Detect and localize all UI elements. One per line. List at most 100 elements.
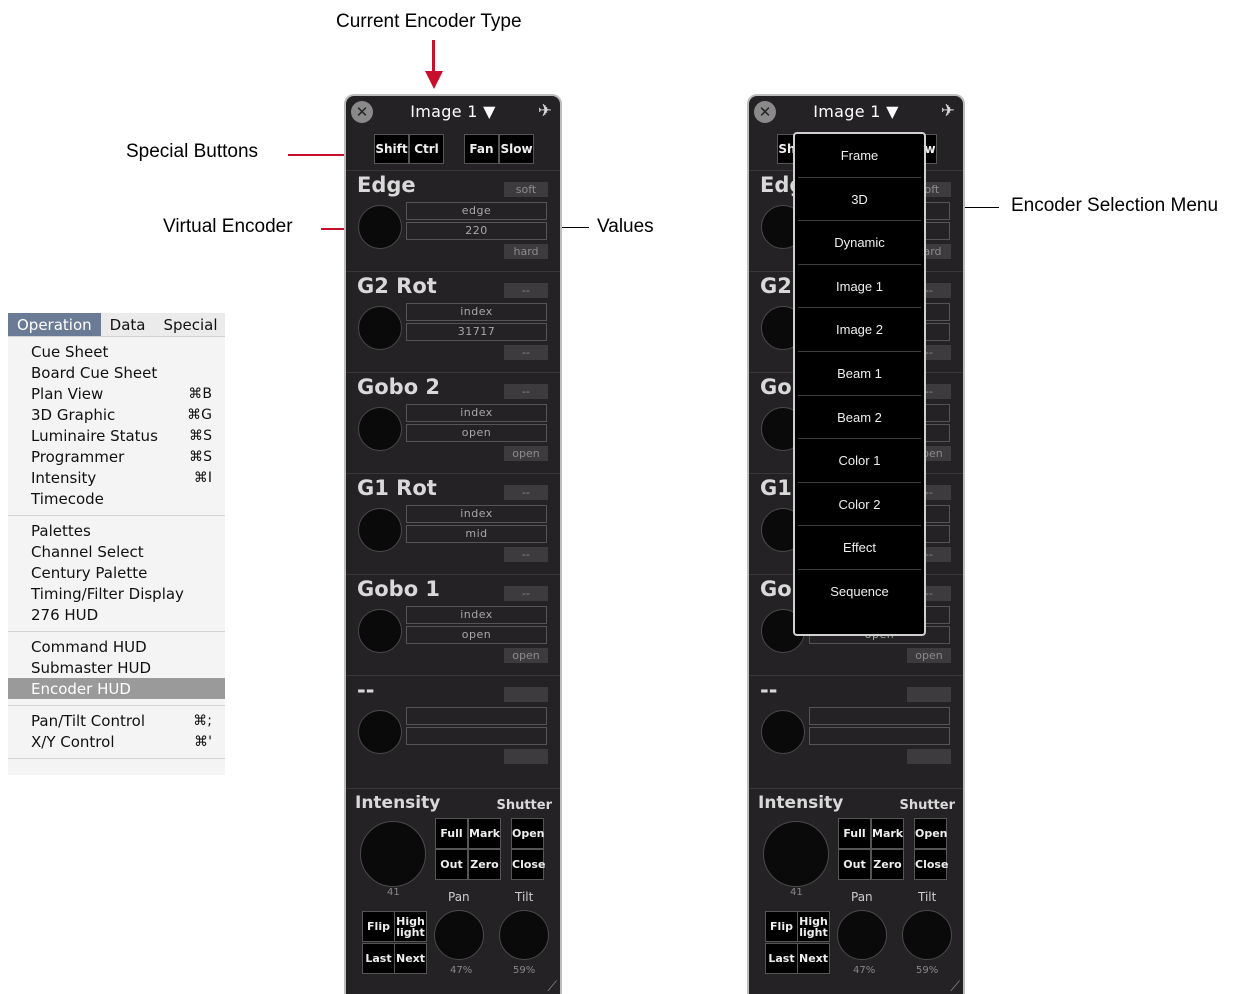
menu-item-command-hud[interactable]: Command HUD (8, 636, 225, 657)
encoder-top-tag[interactable]: -- (504, 485, 548, 500)
shutter-title: Shutter (496, 798, 552, 813)
last-button[interactable]: Last (765, 943, 798, 974)
menu-operation[interactable]: Operation (8, 313, 101, 336)
open-button[interactable]: Open (914, 818, 948, 849)
encoder-menu-item-color-2[interactable]: Color 2 (798, 483, 921, 527)
menu-item-submaster-hud[interactable]: Submaster HUD (8, 657, 225, 678)
pan-value: 47% (853, 965, 876, 976)
flip-button[interactable]: Flip (362, 911, 395, 942)
encoder-type-selector[interactable]: Image 1 ▼ (749, 102, 963, 121)
menu-item-shortcut: ⌘' (194, 734, 212, 750)
tilt-knob[interactable] (499, 910, 549, 960)
open-button[interactable]: Open (511, 818, 545, 849)
virtual-encoder-knob[interactable] (358, 306, 402, 350)
menu-item-century-palette[interactable]: Century Palette (8, 562, 225, 583)
ctrl-button[interactable]: Ctrl (409, 134, 444, 164)
menu-special[interactable]: Special (154, 313, 226, 336)
encoder-menu-item-3d[interactable]: 3D (798, 178, 921, 222)
menu-item-timing-filter-display[interactable]: Timing/Filter Display (8, 583, 225, 604)
pan-knob[interactable] (434, 910, 484, 960)
virtual-encoder-knob[interactable] (358, 205, 402, 249)
menu-item-x-y-control[interactable]: X/Y Control ⌘' (8, 731, 225, 752)
encoder-menu-item-beam-2[interactable]: Beam 2 (798, 396, 921, 440)
encoder-bottom-tag[interactable] (504, 749, 548, 764)
virtual-encoder-knob[interactable] (358, 710, 402, 754)
mark-button[interactable]: Mark (468, 818, 501, 849)
menu-data[interactable]: Data (101, 313, 155, 336)
menu-item-luminaire-status[interactable]: Luminaire Status ⌘S (8, 425, 225, 446)
encoder-menu-item-frame[interactable]: Frame (798, 134, 921, 178)
encoder-type-selector[interactable]: Image 1 ▼ (346, 102, 560, 121)
highlight-button[interactable]: High light (797, 911, 830, 942)
pin-icon[interactable]: ✈ (538, 101, 552, 121)
menu-item-channel-select[interactable]: Channel Select (8, 541, 225, 562)
intensity-knob[interactable] (360, 821, 426, 887)
mark-button[interactable]: Mark (871, 818, 904, 849)
encoder-top-tag[interactable]: -- (504, 586, 548, 601)
zero-button[interactable]: Zero (468, 849, 501, 880)
resize-icon[interactable]: ⟋ (547, 979, 557, 994)
menu-item-palettes[interactable]: Palettes (8, 520, 225, 541)
menu-item-3d-graphic[interactable]: 3D Graphic ⌘G (8, 404, 225, 425)
fan-button[interactable]: Fan (464, 134, 499, 164)
encoder-bottom-tag[interactable]: -- (504, 345, 548, 360)
menu-item-programmer[interactable]: Programmer ⌘S (8, 446, 225, 467)
close-button[interactable]: Close (511, 849, 545, 880)
close-button[interactable]: Close (914, 849, 948, 880)
encoder-menu-item-beam-1[interactable]: Beam 1 (798, 352, 921, 396)
intensity-knob[interactable] (763, 821, 829, 887)
menu-item-encoder-hud[interactable]: Encoder HUD (8, 678, 225, 699)
flip-button[interactable]: Flip (765, 911, 798, 942)
encoder-top-tag[interactable]: soft (504, 182, 548, 197)
slow-button[interactable]: Slow (499, 134, 534, 164)
menu-item-timecode[interactable]: Timecode (8, 488, 225, 509)
encoder-bottom-tag[interactable] (907, 749, 951, 764)
tilt-knob[interactable] (902, 910, 952, 960)
encoder-menu-item-effect[interactable]: Effect (798, 526, 921, 570)
resize-icon[interactable]: ⟋ (950, 979, 960, 994)
encoder-top-tag[interactable]: -- (504, 283, 548, 298)
zero-button[interactable]: Zero (871, 849, 904, 880)
encoder-bottom-tag[interactable]: open (504, 446, 548, 461)
encoder-top-tag[interactable] (504, 687, 548, 702)
encoder-bottom-tag[interactable]: open (907, 648, 951, 663)
intensity-title: Intensity (758, 793, 844, 813)
highlight-button[interactable]: High light (394, 911, 427, 942)
menu-item-intensity[interactable]: Intensity ⌘I (8, 467, 225, 488)
out-button[interactable]: Out (435, 849, 468, 880)
menu-section: Command HUD Submaster HUD Encoder HUD (8, 632, 225, 706)
menu-item-label: Plan View (31, 385, 104, 403)
encoder-menu-item-image-2[interactable]: Image 2 (798, 308, 921, 352)
encoder-bottom-tag[interactable]: open (504, 648, 548, 663)
encoder-menu-item-dynamic[interactable]: Dynamic (798, 221, 921, 265)
encoder-menu-item-image-1[interactable]: Image 1 (798, 265, 921, 309)
full-button[interactable]: Full (435, 818, 468, 849)
encoder-menu-item-color-1[interactable]: Color 1 (798, 439, 921, 483)
virtual-encoder-knob[interactable] (358, 508, 402, 552)
tilt-value: 59% (916, 965, 939, 976)
menu-item-276-hud[interactable]: 276 HUD (8, 604, 225, 625)
last-button[interactable]: Last (362, 943, 395, 974)
virtual-encoder-knob[interactable] (761, 710, 805, 754)
pin-icon[interactable]: ✈ (941, 101, 955, 121)
encoder-name: G1 Rot (357, 476, 437, 500)
pan-knob[interactable] (837, 910, 887, 960)
menu-item-board-cue-sheet[interactable]: Board Cue Sheet (8, 362, 225, 383)
next-button[interactable]: Next (797, 943, 830, 974)
highlight-label-2: light (396, 926, 425, 939)
next-button[interactable]: Next (394, 943, 427, 974)
encoder-top-tag[interactable] (907, 687, 951, 702)
virtual-encoder-knob[interactable] (358, 407, 402, 451)
encoder-menu-item-sequence[interactable]: Sequence (798, 570, 921, 614)
menu-item-plan-view[interactable]: Plan View ⌘B (8, 383, 225, 404)
menu-item-pan-tilt-control[interactable]: Pan/Tilt Control ⌘; (8, 710, 225, 731)
callout-current-encoder-type: Current Encoder Type (336, 11, 522, 32)
menu-item-cue-sheet[interactable]: Cue Sheet (8, 341, 225, 362)
full-button[interactable]: Full (838, 818, 871, 849)
encoder-bottom-tag[interactable]: hard (504, 244, 548, 259)
virtual-encoder-knob[interactable] (358, 609, 402, 653)
out-button[interactable]: Out (838, 849, 871, 880)
shift-button[interactable]: Shift (374, 134, 409, 164)
encoder-top-tag[interactable]: -- (504, 384, 548, 399)
encoder-bottom-tag[interactable]: -- (504, 547, 548, 562)
